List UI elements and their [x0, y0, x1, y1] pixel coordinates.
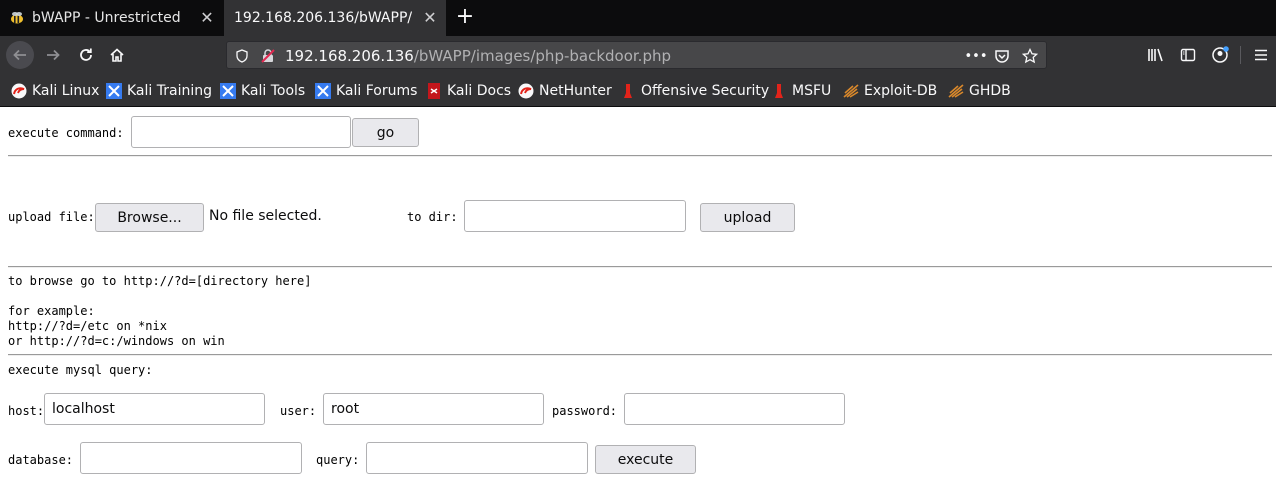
- bookmark-ghdb[interactable]: GHDB: [948, 82, 1011, 100]
- password-input[interactable]: [624, 393, 845, 425]
- kali-forums-icon: [315, 83, 331, 99]
- exploit-db-icon: [843, 84, 859, 98]
- host-label: host:: [8, 404, 45, 418]
- example-nix: http://?d=/etc on *nix: [8, 319, 167, 333]
- offsec-icon: [624, 84, 632, 98]
- password-label: password:: [552, 404, 618, 418]
- bookmark-nethunter[interactable]: NetHunter: [518, 82, 612, 100]
- command-input[interactable]: [131, 116, 351, 148]
- library-button[interactable]: [1142, 41, 1170, 69]
- execute-command-label: execute command:: [8, 126, 124, 140]
- arrow-right-icon: [47, 49, 60, 61]
- bookmark-label: Kali Training: [127, 83, 212, 99]
- page-content: execute command: go upload file: Browse.…: [0, 107, 1276, 502]
- url-text[interactable]: 192.168.206.136/bWAPP/images/php-backdoo…: [285, 47, 671, 65]
- bookmark-label: Exploit-DB: [864, 83, 938, 99]
- browse-button[interactable]: Browse...: [95, 203, 204, 232]
- database-input[interactable]: [80, 442, 302, 474]
- shield-icon[interactable]: [233, 47, 251, 65]
- bookmark-label: GHDB: [969, 83, 1011, 99]
- msfu-icon: [775, 84, 783, 98]
- url-host: 192.168.206.136: [285, 47, 414, 65]
- forward-button[interactable]: [39, 41, 67, 69]
- browse-help-text: to browse go to http://?d=[directory her…: [8, 274, 312, 288]
- bookmark-kali-docs[interactable]: Kali Docs: [426, 82, 511, 100]
- library-icon: [1148, 48, 1163, 62]
- tab-title: 192.168.206.136/bWAPP/im: [234, 10, 412, 26]
- bookmark-label: MSFU: [792, 83, 832, 99]
- bookmarks-toolbar: Kali Linux Kali Training Kali Tools Kali…: [0, 74, 1276, 107]
- mysql-heading: execute mysql query:: [8, 363, 153, 377]
- user-input[interactable]: root: [323, 393, 544, 425]
- url-bar[interactable]: 192.168.206.136/bWAPP/images/php-backdoo…: [226, 41, 1047, 69]
- query-input[interactable]: [366, 442, 588, 474]
- bookmark-kali-forums[interactable]: Kali Forums: [315, 82, 417, 100]
- bookmark-label: Kali Docs: [447, 83, 512, 99]
- bee-icon: [11, 12, 23, 24]
- bookmark-label: NetHunter: [539, 83, 612, 99]
- host-input[interactable]: localhost: [44, 393, 265, 425]
- star-bookmark-icon[interactable]: [1021, 47, 1039, 65]
- insecure-lock-icon[interactable]: [259, 47, 277, 65]
- go-button[interactable]: go: [352, 118, 419, 147]
- sidebar-icon: [1180, 48, 1196, 62]
- bookmark-label: Offensive Security: [641, 83, 770, 99]
- divider: [8, 155, 1272, 157]
- user-label: user:: [280, 404, 317, 418]
- bookmark-label: Kali Linux: [32, 83, 100, 99]
- bookmark-label: Kali Forums: [336, 83, 418, 99]
- bookmark-kali-training[interactable]: Kali Training: [106, 82, 212, 100]
- new-tab-button[interactable]: +: [454, 6, 476, 29]
- upload-button[interactable]: upload: [700, 203, 795, 232]
- pocket-icon[interactable]: [993, 47, 1011, 65]
- arrow-left-icon: [13, 49, 26, 61]
- toolbar-divider: [1240, 46, 1241, 64]
- ghdb-icon: [948, 84, 964, 98]
- tab-strip: bWAPP - Unrestricted Fil ✕ 192.168.206.1…: [0, 0, 1276, 36]
- execute-button[interactable]: execute: [595, 445, 696, 474]
- tab-bwapp[interactable]: bWAPP - Unrestricted Fil ✕: [0, 0, 223, 36]
- kali-training-icon: [106, 83, 122, 99]
- database-label: database:: [8, 453, 74, 467]
- menu-button[interactable]: [1247, 41, 1275, 69]
- home-button[interactable]: [103, 41, 131, 69]
- bookmark-label: Kali Tools: [241, 83, 306, 99]
- bookmark-offensive-security[interactable]: Offensive Security: [620, 82, 769, 100]
- upload-file-label: upload file:: [8, 210, 95, 224]
- kali-dragon-icon: [11, 83, 27, 99]
- example-windows: or http://?d=c:/windows on win: [8, 334, 225, 348]
- tab-php-backdoor[interactable]: 192.168.206.136/bWAPP/im ✕: [224, 0, 446, 36]
- close-tab-icon[interactable]: ✕: [422, 10, 438, 26]
- to-dir-label: to dir:: [407, 210, 458, 224]
- divider: [8, 266, 1272, 268]
- reload-icon: [80, 48, 92, 61]
- example-heading: for example:: [8, 304, 95, 318]
- sidebar-button[interactable]: [1174, 41, 1202, 69]
- bookmark-msfu[interactable]: MSFU: [771, 82, 831, 100]
- nethunter-icon: [518, 83, 534, 99]
- kali-tools-icon: [220, 83, 236, 99]
- page-actions-icon[interactable]: •••: [965, 47, 988, 65]
- query-label: query:: [316, 453, 360, 467]
- navigation-toolbar: 192.168.206.136/bWAPP/images/php-backdoo…: [0, 36, 1276, 74]
- tab-title: bWAPP - Unrestricted Fil: [32, 10, 182, 26]
- file-status-text: No file selected.: [209, 208, 322, 224]
- kali-docs-icon: [428, 83, 440, 99]
- bookmark-kali-tools[interactable]: Kali Tools: [220, 82, 305, 100]
- divider: [8, 354, 1272, 356]
- dir-input[interactable]: [464, 200, 686, 232]
- bookmark-exploit-db[interactable]: Exploit-DB: [843, 82, 937, 100]
- hamburger-menu-icon: [1255, 49, 1267, 61]
- back-button[interactable]: [6, 41, 34, 69]
- close-tab-icon[interactable]: ✕: [199, 10, 215, 26]
- home-icon: [110, 48, 124, 62]
- url-path: /bWAPP/images/php-backdoor.php: [413, 47, 672, 65]
- account-button[interactable]: [1206, 41, 1234, 69]
- account-icon: [1212, 46, 1229, 63]
- reload-button[interactable]: [72, 41, 100, 69]
- bookmark-kali-linux[interactable]: Kali Linux: [11, 82, 99, 100]
